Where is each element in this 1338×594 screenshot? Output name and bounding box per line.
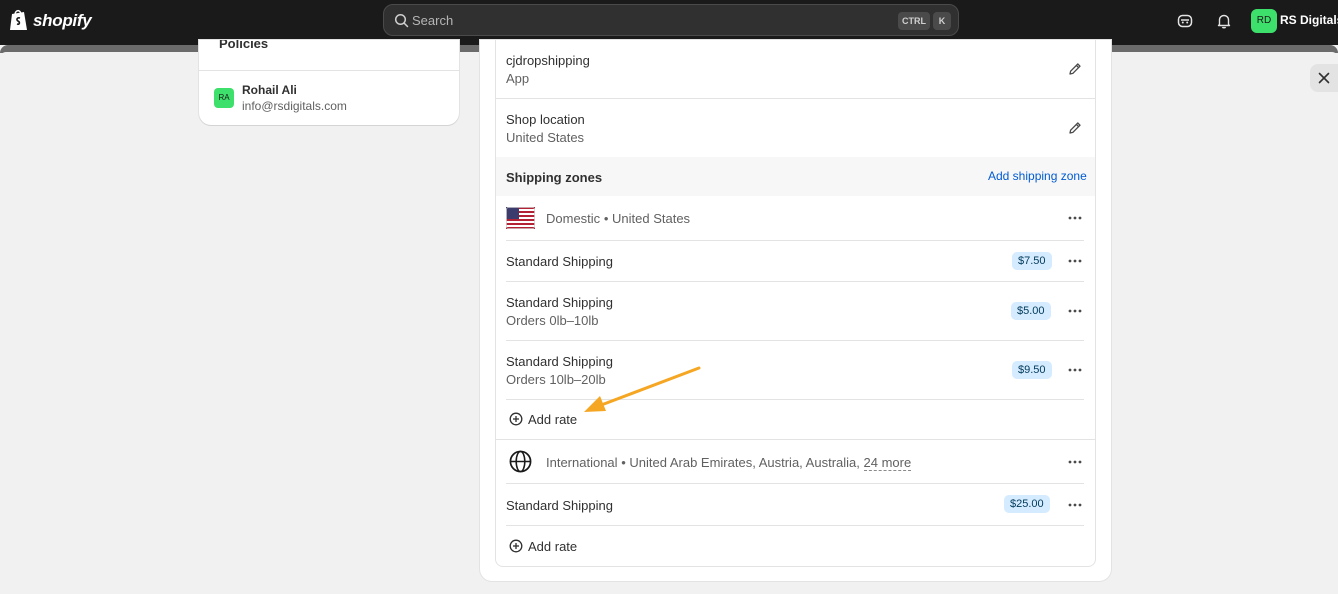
user-email: info@rsdigitals.com <box>242 99 347 113</box>
sidebar-item-policies[interactable]: Policies <box>219 40 268 51</box>
zone-countries: United States <box>612 211 691 226</box>
rate-price-badge: $9.50 <box>1012 361 1052 379</box>
more-actions-icon[interactable] <box>1067 497 1083 513</box>
divider <box>506 240 1084 241</box>
divider <box>496 439 1095 440</box>
more-countries-link[interactable]: 24 more <box>863 455 912 471</box>
settings-sidebar-card: Policies RA Rohail Ali info@rsdigitals.c… <box>199 40 459 125</box>
more-actions-icon[interactable] <box>1067 210 1083 226</box>
zone-separator: • <box>621 455 626 470</box>
origin-subtitle: United States <box>506 130 585 145</box>
domestic-zone-label: Domestic • United States <box>546 211 690 226</box>
rate-name: Standard Shipping <box>506 254 613 269</box>
origin-title: Shop location <box>506 112 585 127</box>
divider <box>496 98 1095 99</box>
add-rate-button[interactable]: Add rate <box>506 410 586 428</box>
add-rate-button[interactable]: Add rate <box>506 537 586 555</box>
divider <box>506 281 1084 282</box>
annotation-arrow-icon <box>584 366 701 412</box>
store-name[interactable]: RS Digitals <box>1280 13 1338 27</box>
rate-price-badge: $5.00 <box>1011 302 1051 320</box>
zone-countries: United Arab Emirates, Austria, Australia… <box>629 455 860 470</box>
user-name: Rohail Ali <box>242 83 297 97</box>
divider <box>506 525 1084 526</box>
divider <box>506 340 1084 341</box>
search-icon <box>394 13 409 28</box>
zone-separator: • <box>603 211 609 226</box>
shopify-logo[interactable]: shopify <box>9 9 92 32</box>
close-icon <box>1318 72 1330 84</box>
origin-subtitle: App <box>506 71 530 86</box>
zone-name: International <box>546 455 618 470</box>
sidekick-icon[interactable] <box>1176 12 1194 30</box>
international-zone-label: International • United Arab Emirates, Au… <box>546 455 912 471</box>
more-actions-icon[interactable] <box>1067 362 1083 378</box>
origin-title: cjdropshipping <box>506 53 590 68</box>
add-shipping-zone-link[interactable]: Add shipping zone <box>988 169 1087 183</box>
rate-name: Standard Shipping <box>506 498 613 513</box>
shipping-zones-heading: Shipping zones <box>506 170 603 185</box>
edit-pencil-icon[interactable] <box>1067 120 1083 136</box>
divider <box>199 70 459 71</box>
shopify-bag-icon <box>10 9 27 30</box>
us-flag-icon <box>506 207 535 229</box>
rate-name: Standard Shipping <box>506 295 613 310</box>
brand-name: shopify <box>33 10 92 30</box>
zone-name: Domestic <box>546 211 601 226</box>
search-bar[interactable]: Search CTRL K <box>383 4 959 36</box>
globe-icon <box>509 450 532 473</box>
shortcut-ctrl-key: CTRL <box>898 12 930 30</box>
rate-price-badge: $7.50 <box>1012 252 1052 270</box>
top-bar: shopify Search CTRL K RD RS Digitals <box>0 0 1338 45</box>
add-rate-label: Add rate <box>528 412 578 427</box>
more-actions-icon[interactable] <box>1067 454 1083 470</box>
divider <box>506 483 1084 484</box>
edit-pencil-icon[interactable] <box>1067 61 1083 77</box>
bell-icon[interactable] <box>1215 12 1233 30</box>
user-avatar: RA <box>214 88 234 108</box>
shortcut-k-key: K <box>933 12 951 30</box>
rate-condition: Orders 0lb–10lb <box>506 313 599 328</box>
rate-price-badge: $25.00 <box>1004 495 1050 513</box>
close-button[interactable] <box>1310 64 1338 92</box>
search-placeholder: Search <box>412 13 454 28</box>
more-actions-icon[interactable] <box>1067 303 1083 319</box>
more-actions-icon[interactable] <box>1067 253 1083 269</box>
add-rate-label: Add rate <box>528 539 578 554</box>
store-avatar[interactable]: RD <box>1251 9 1277 33</box>
plus-circle-icon <box>509 539 523 553</box>
plus-circle-icon <box>509 412 523 426</box>
